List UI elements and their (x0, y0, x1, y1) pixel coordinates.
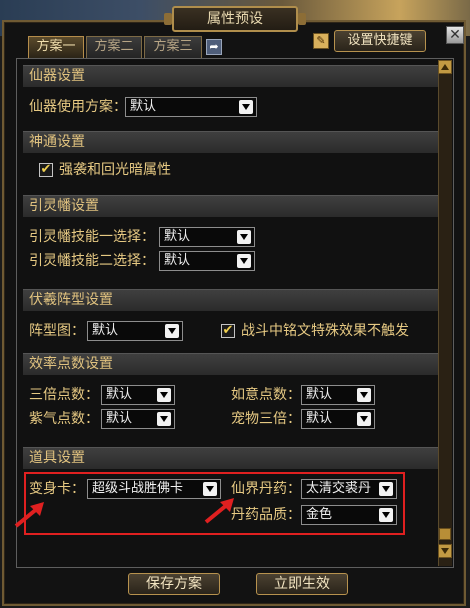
immortal-plan-label: 仙器使用方案： (29, 99, 127, 115)
section-divine-title: 神通设置 (23, 131, 441, 153)
red-arrow-icon (14, 502, 44, 528)
window-title: 属性预设 (164, 6, 306, 32)
ruyi-points-label: 如意点数： (231, 387, 301, 403)
section-efficiency-title: 效率点数设置 (23, 353, 441, 375)
chevron-down-icon (237, 254, 251, 268)
chevron-down-icon (237, 230, 251, 244)
banner-skill2-select[interactable]: 默认 (159, 251, 255, 271)
ruyi-points-value: 默认 (306, 387, 333, 402)
close-button[interactable]: ✕ (446, 26, 464, 44)
formation-select[interactable]: 默认 (87, 321, 183, 341)
banner-skill2-value: 默认 (164, 253, 191, 268)
immortal-plan-select[interactable]: 默认 (125, 97, 257, 117)
export-icon[interactable]: ➦ (206, 39, 222, 55)
inscription-effect-checkbox[interactable]: ✔ (221, 324, 235, 338)
triple-points-label: 三倍点数： (29, 387, 99, 403)
pencil-icon[interactable]: ✎ (313, 33, 329, 49)
banner-skill1-select[interactable]: 默认 (159, 227, 255, 247)
red-arrow-icon (204, 498, 234, 524)
chevron-down-icon (357, 388, 371, 402)
chevron-down-icon (165, 324, 179, 338)
tab-plan-2[interactable]: 方案二 (86, 36, 142, 58)
set-shortcut-button[interactable]: 设置快捷键 (334, 30, 426, 52)
scrollbar[interactable] (438, 60, 452, 566)
tab-plan-1[interactable]: 方案一 (28, 36, 84, 58)
scroll-down-arrow-icon[interactable] (438, 544, 452, 558)
banner-skill1-value: 默认 (164, 229, 191, 244)
chevron-down-icon (157, 388, 171, 402)
formation-label: 阵型图： (29, 323, 85, 339)
chevron-down-icon (157, 412, 171, 426)
purple-points-select[interactable]: 默认 (101, 409, 175, 429)
banner-skill1-label: 引灵幡技能一选择： (29, 229, 155, 245)
section-banner-title: 引灵幡设置 (23, 195, 441, 217)
tab-plan-3[interactable]: 方案三 (144, 36, 202, 58)
triple-points-value: 默认 (106, 387, 133, 402)
inscription-effect-label: 战斗中铭文特殊效果不触发 (241, 323, 409, 339)
chevron-down-icon (239, 100, 253, 114)
scroll-thumb[interactable] (439, 528, 451, 540)
scroll-up-arrow-icon[interactable] (438, 60, 452, 74)
banner-skill2-label: 引灵幡技能二选择： (29, 253, 155, 269)
strong-attack-label: 强袭和回光暗属性 (59, 162, 171, 178)
formation-value: 默认 (92, 323, 119, 338)
section-immortal-title: 仙器设置 (23, 65, 441, 87)
immortal-plan-value: 默认 (130, 99, 157, 114)
strong-attack-checkbox[interactable]: ✔ (39, 163, 53, 177)
chevron-down-icon (357, 412, 371, 426)
section-formation-title: 伏羲阵型设置 (23, 289, 441, 311)
pet-triple-value: 默认 (306, 411, 333, 426)
apply-now-button[interactable]: 立即生效 (256, 573, 348, 595)
triple-points-select[interactable]: 默认 (101, 385, 175, 405)
purple-points-label: 紫气点数： (29, 411, 99, 427)
section-items-title: 道具设置 (23, 447, 441, 469)
pet-triple-select[interactable]: 默认 (301, 409, 375, 429)
pet-triple-label: 宠物三倍： (231, 411, 301, 427)
purple-points-value: 默认 (106, 411, 133, 426)
save-plan-button[interactable]: 保存方案 (128, 573, 220, 595)
ruyi-points-select[interactable]: 默认 (301, 385, 375, 405)
